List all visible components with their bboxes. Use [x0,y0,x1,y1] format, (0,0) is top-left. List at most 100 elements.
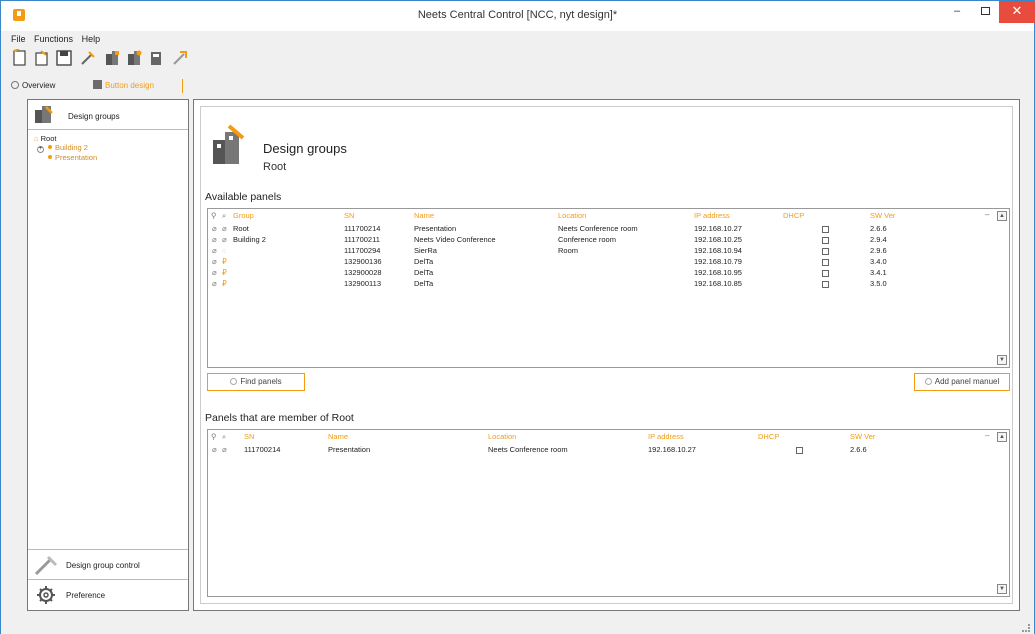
save-icon[interactable] [55,49,73,67]
sidebar-item-label: Preference [66,591,106,600]
cell-name: Neets Video Conference [414,235,496,244]
panel-status-icon: ⌀ [222,224,227,233]
col-location[interactable]: Location [488,432,516,441]
collapse-icon[interactable]: – [985,431,989,440]
col-name[interactable]: Name [328,432,348,441]
cell-sn: 111700214 [244,445,281,454]
link-icon[interactable]: ⚲ [211,211,217,220]
dhcp-checkbox[interactable] [796,447,803,454]
panel-status-icon: ⌀ [222,235,227,244]
dhcp-checkbox[interactable] [822,259,829,266]
col-name[interactable]: Name [414,211,434,220]
link-icon: ⌀ [212,279,217,288]
tree-node-label: Presentation [55,153,98,162]
design-groups-icon [35,106,53,123]
building-icon[interactable] [103,49,121,67]
col-sw[interactable]: SW Ver [850,432,875,441]
open-file-icon[interactable] [33,49,51,67]
panel-status-icon: ⌀ [222,445,227,454]
add-panel-label: Add panel manuel [934,377,1000,386]
col-sw[interactable]: SW Ver [870,211,895,220]
sidebar-item-preference[interactable]: Preference [28,579,188,610]
col-ip[interactable]: IP address [648,432,684,441]
menu-functions[interactable]: Functions [34,34,73,44]
tab-overview[interactable]: Overview [11,79,91,93]
dhcp-checkbox[interactable] [822,248,829,255]
sidebar-header[interactable]: Design groups [28,100,188,130]
table-row[interactable]: ⌀ ⌀ Root 111700214 Presentation Neets Co… [208,223,1009,234]
col-ip[interactable]: IP address [694,211,730,220]
expand-icon[interactable]: + [37,146,44,153]
add-panel-manual-button[interactable]: Add panel manuel [914,373,1010,391]
cell-location: Room [558,246,579,255]
menu-file[interactable]: File [11,34,26,44]
design-groups-large-icon [213,124,245,164]
new-file-icon[interactable] [11,49,29,67]
table-row[interactable]: ⌀ ◌ 111700294 SierRa Room 192.168.10.94 … [208,245,1009,256]
tree-node-label: Root [40,134,57,143]
table-header: ⚲ ⌕ Group SN Name Location IP address DH… [208,209,1009,221]
tab-overview-label: Overview [22,81,56,90]
sidebar-item-design-group-control[interactable]: Design group control [28,549,188,579]
resize-grip-icon[interactable] [1022,624,1030,632]
available-panels-table: ⚲ ⌕ Group SN Name Location IP address DH… [207,208,1010,368]
page-subtitle: Root [263,161,287,173]
tab-button-design[interactable]: Button design [93,79,183,93]
dhcp-checkbox[interactable] [822,270,829,277]
panel-icon[interactable] [147,49,165,67]
tree-node-building-2[interactable]: + Building 2 [34,143,97,153]
cell-sw: 2.6.6 [850,445,867,454]
cell-name: Presentation [328,445,371,454]
tab-button-design-label: Button design [105,81,154,90]
group-tree: ⌂ Root + Building 2 Presentation [34,134,97,162]
scroll-up-button[interactable]: ▲ [997,432,1007,442]
dhcp-checkbox[interactable] [822,281,829,288]
members-title: Panels that are member of Root [205,412,354,424]
dhcp-checkbox[interactable] [822,237,829,244]
scroll-up-button[interactable]: ▲ [997,211,1007,221]
member-panels-table: ⚲ ⌕ SN Name Location IP address DHCP SW … [207,429,1010,597]
link-icon: ⌀ [212,246,217,255]
minimize-button[interactable]: – [943,1,971,23]
building-edit-icon[interactable] [125,49,143,67]
col-sn[interactable]: SN [344,211,354,220]
dhcp-checkbox[interactable] [822,226,829,233]
col-location[interactable]: Location [558,211,586,220]
col-dhcp[interactable]: DHCP [783,211,804,220]
link-icon: ⌀ [212,224,217,233]
cell-ip: 192.168.10.25 [694,235,742,244]
main-panel: Design groups Root Available panels ⚲ ⌕ … [193,99,1020,611]
table-row[interactable]: ⌀ ⌀ Building 2 111700211 Neets Video Con… [208,234,1009,245]
maximize-button[interactable] [971,1,999,23]
table-row[interactable]: ⌀ ⌀ 111700214 Presentation Neets Confere… [208,444,1009,455]
table-row[interactable]: ⌀ ₽ 132900028 DelTa 192.168.10.95 3.4.1 [208,267,1009,278]
find-icon [230,378,238,385]
upload-icon[interactable] [171,49,189,67]
link-icon[interactable]: ⚲ [211,432,217,441]
tools-icon[interactable] [79,49,97,67]
panel-status-icon: ₽ [222,268,227,277]
cell-sn: 132900113 [344,279,381,288]
table-row[interactable]: ⌀ ₽ 132900113 DelTa 192.168.10.85 3.5.0 [208,278,1009,289]
find-panels-button[interactable]: Find panels [207,373,305,391]
maximize-icon [980,7,990,15]
scroll-down-button[interactable]: ▼ [997,355,1007,365]
scroll-down-button[interactable]: ▼ [997,584,1007,594]
search-icon[interactable]: ⌕ [222,432,226,442]
col-dhcp[interactable]: DHCP [758,432,779,441]
tree-node-root[interactable]: ⌂ Root [34,134,97,143]
menu-help[interactable]: Help [82,34,101,44]
cell-sw: 2.9.4 [870,235,887,244]
cell-name: SierRa [414,246,437,255]
cell-sn: 132900136 [344,257,382,266]
col-sn[interactable]: SN [244,432,254,441]
search-icon[interactable]: ⌕ [222,211,226,221]
tree-node-presentation[interactable]: Presentation [34,153,97,162]
col-group[interactable]: Group [233,211,254,220]
table-row[interactable]: ⌀ ₽ 132900136 DelTa 192.168.10.79 3.4.0 [208,256,1009,267]
cell-sn: 111700211 [344,235,380,244]
cell-group: Building 2 [233,235,266,244]
cell-ip: 192.168.10.95 [694,268,742,277]
collapse-icon[interactable]: – [985,210,989,219]
close-button[interactable]: ✕ [999,1,1035,23]
